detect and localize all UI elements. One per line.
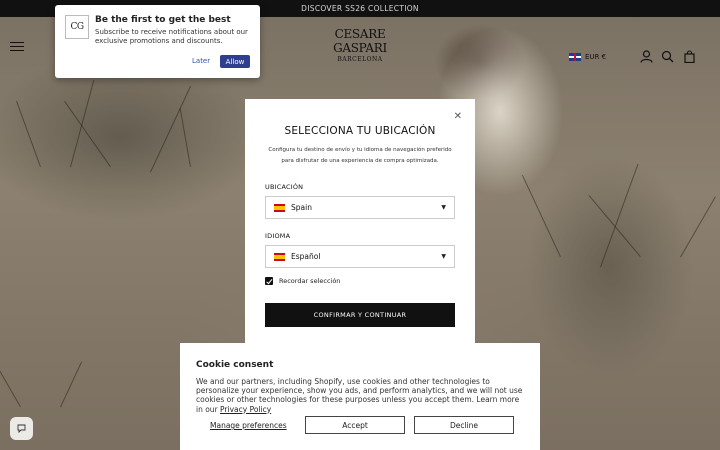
cookie-consent-banner: Cookie consent We and our partners, incl…	[180, 343, 540, 450]
locale-selector[interactable]: EUR €	[569, 53, 606, 61]
location-value: Spain	[291, 203, 312, 212]
menu-icon[interactable]	[10, 42, 24, 52]
modal-description: Configura tu destino de envío y tu idiom…	[268, 147, 452, 164]
location-modal: ✕ SELECCIONA TU UBICACIÓN Configura tu d…	[245, 99, 475, 349]
account-icon[interactable]	[640, 50, 653, 63]
language-label: IDIOMA	[265, 232, 291, 240]
currency-label: EUR €	[585, 53, 607, 61]
language-value: Español	[291, 252, 321, 261]
privacy-policy-link[interactable]: Privacy Policy	[220, 405, 271, 414]
push-notification-prompt: CG Be the first to get the best Subscrib…	[55, 5, 260, 78]
allow-button[interactable]: Allow	[220, 55, 250, 68]
brand-logo-icon: CG	[65, 15, 89, 39]
chat-button[interactable]	[10, 417, 33, 440]
remember-selection[interactable]: Recordar selección	[265, 277, 340, 285]
confirm-button[interactable]: CONFIRMAR Y CONTINUAR	[265, 303, 455, 327]
chat-icon	[17, 424, 26, 433]
uk-flag-icon	[569, 53, 581, 61]
push-text: Subscribe to receive notifications about…	[95, 28, 248, 45]
later-button[interactable]: Later	[192, 57, 210, 65]
announcement-text[interactable]: DISCOVER SS26 COLLECTION	[301, 4, 419, 13]
brand-logo[interactable]: CESARE GASPARI BARCELONA	[312, 27, 408, 63]
cookie-text: We and our partners, including Shopify, …	[196, 377, 528, 414]
cookie-title: Cookie consent	[196, 360, 274, 370]
manage-preferences-link[interactable]: Manage preferences	[210, 421, 287, 430]
accept-button[interactable]: Accept	[305, 416, 405, 434]
brand-name: CESARE GASPARI	[333, 27, 387, 55]
chevron-down-icon: ▼	[441, 204, 446, 211]
spain-flag-icon	[274, 203, 285, 212]
location-label: UBICACIÓN	[265, 183, 304, 191]
modal-title: SELECCIONA TU UBICACIÓN	[284, 125, 436, 137]
bag-icon[interactable]	[683, 50, 696, 63]
remember-label: Recordar selección	[279, 277, 341, 285]
close-icon[interactable]: ✕	[454, 112, 462, 122]
brand-city: BARCELONA	[337, 56, 383, 63]
location-select[interactable]: Spain ▼	[265, 196, 455, 219]
chevron-down-icon: ▼	[441, 253, 446, 260]
checkbox-checked-icon[interactable]	[265, 277, 273, 285]
spain-flag-icon	[274, 252, 285, 261]
language-select[interactable]: Español ▼	[265, 245, 455, 268]
push-title: Be the first to get the best	[95, 15, 231, 25]
decline-button[interactable]: Decline	[414, 416, 514, 434]
search-icon[interactable]	[661, 50, 674, 63]
